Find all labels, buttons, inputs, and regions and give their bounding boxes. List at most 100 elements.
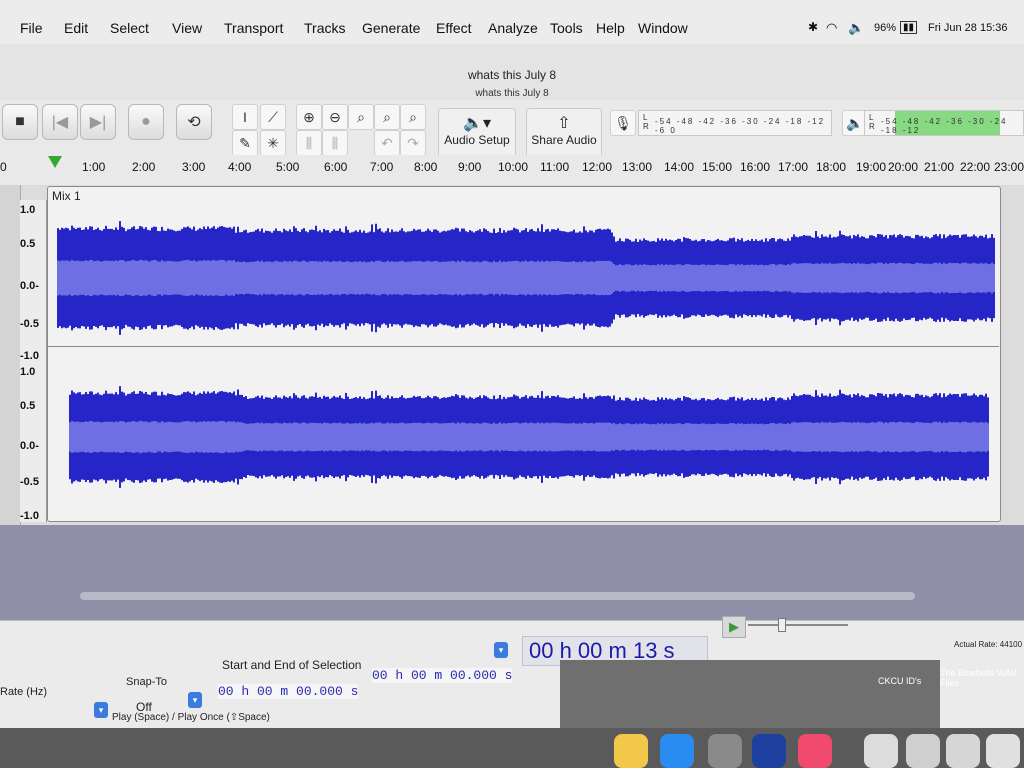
track-control-panel[interactable] [0,185,21,525]
waveform-left-channel[interactable] [50,212,996,344]
playback-meter[interactable]: L R -54 -48 -42 -36 -30 -24 -18 -12 [864,110,1024,136]
volume-icon[interactable]: 🔈 [848,20,864,36]
record-meter-button[interactable]: 🎙 [610,110,636,136]
microphone-icon: 🎙 [614,114,632,131]
redo-icon: ↷ [407,134,419,151]
documents-stack-icon[interactable] [906,734,940,768]
share-audio-button[interactable]: ⇧ Share Audio [526,108,602,158]
ruler-tick-label: 13:00 [622,160,653,174]
record-meter[interactable]: L R -54 -48 -42 -36 -30 -24 -18 -12 -6 0 [638,110,832,136]
playback-meter-lr: L R [869,113,875,131]
silence-icon: ⫼ [331,134,339,151]
snap-to-label: Snap-To [126,676,167,688]
audacity-icon[interactable] [752,734,786,768]
ruler-tick-label: 21:00 [924,160,955,174]
notes-icon[interactable] [614,734,648,768]
zoom-toggle-button[interactable]: ⌕ [400,104,426,130]
fit-selection-button[interactable]: ⌕ [348,104,374,130]
menu-effect[interactable]: Effect [436,20,472,36]
trim-icon: ⫼ [305,134,313,151]
menu-analyze[interactable]: Analyze [488,20,538,36]
play-at-speed-button[interactable]: ▶ [722,616,746,638]
desktop-file-bluebells[interactable]: The Bluebells WAV Files [940,668,1020,688]
multi-tool[interactable]: ✳ [260,130,286,156]
folder-stack-icon[interactable] [864,734,898,768]
desktop-file-ckcu[interactable]: CKCU ID's [878,676,921,686]
ruler-tick-label: 20:00 [888,160,919,174]
zoom-out-icon: ⊖ [329,108,341,125]
envelope-tool[interactable]: ⟋ [260,104,286,130]
play-icon: ▶ [729,619,739,634]
actual-rate: Actual Rate: 44100 [954,640,1023,649]
play-speed-thumb[interactable] [778,618,786,632]
music-icon[interactable] [798,734,832,768]
project-rate-label: Rate (Hz) [0,686,48,698]
amplitude-label: 0.0- [20,280,39,292]
selection-format-dropdown[interactable]: ▾ [494,642,508,658]
menu-tools[interactable]: Tools [550,20,583,36]
record-button[interactable]: ● [128,104,164,140]
ruler-tick-label: 6:00 [324,160,348,174]
zoom-in-button[interactable]: ⊕ [296,104,322,130]
skip-end-icon: ▶| [89,114,107,131]
menu-transport[interactable]: Transport [224,20,283,36]
record-meter-lr: L R [643,113,649,131]
waveform-right-channel[interactable] [50,362,996,512]
speaker-meter-icon: 🔈 [846,114,864,131]
menu-view[interactable]: View [172,20,202,36]
app-store-icon[interactable] [660,734,694,768]
snap-to-dropdown[interactable]: ▾ [188,692,202,708]
stop-button[interactable]: ■ [2,104,38,140]
menu-select[interactable]: Select [110,20,149,36]
fit-project-button[interactable]: ⌕ [374,104,400,130]
menu-file[interactable]: File [20,20,43,36]
chevron-down-icon: ▾ [98,704,104,715]
battery-icon[interactable]: ▮▮ [900,21,918,34]
loop-button[interactable]: ⟲ [176,104,212,140]
wifi-icon[interactable]: ◠ [826,20,837,36]
envelope-icon: ⟋ [268,108,278,125]
skip-end-button[interactable]: ▶| [80,104,116,140]
downloads-stack-icon[interactable] [946,734,980,768]
undo-button[interactable]: ↶ [374,130,400,156]
loop-icon: ⟲ [187,114,201,131]
trash-icon[interactable] [986,734,1020,768]
trim-button[interactable]: ⫼ [296,130,322,156]
menu-edit[interactable]: Edit [64,20,88,36]
horizontal-scrollbar[interactable] [80,592,915,600]
redo-button[interactable]: ↷ [400,130,426,156]
clock[interactable]: Fri Jun 28 15:36 [928,22,1008,34]
ruler-tick-label: 7:00 [370,160,394,174]
ruler-tick-label: 23:00 [994,160,1024,174]
ruler-tick-label: 18:00 [816,160,847,174]
selection-tool[interactable]: I [232,104,258,130]
draw-tool[interactable]: ✎ [232,130,258,156]
menu-window[interactable]: Window [638,20,688,36]
audio-setup-label: Audio Setup [444,133,510,147]
zoom-toggle-icon: ⌕ [409,108,417,125]
desktop-background [560,660,940,730]
ruler-tick-label: 12:00 [582,160,613,174]
empty-track-area[interactable] [0,525,1024,635]
menu-generate[interactable]: Generate [362,20,420,36]
audio-setup-button[interactable]: 🔈▾ Audio Setup [438,108,516,158]
menu-help[interactable]: Help [596,20,625,36]
skip-start-icon: |◀ [51,114,69,131]
silence-button[interactable]: ⫼ [322,130,348,156]
play-speed-slider[interactable] [748,624,848,626]
clip-name[interactable]: Mix 1 [52,189,81,203]
undo-icon: ↶ [381,134,393,151]
selection-start-time[interactable]: 00 h 00 m 00.000 s [218,684,359,699]
play-head-icon[interactable] [48,156,62,168]
system-preferences-icon[interactable] [708,734,742,768]
asterisk-icon: ✳ [267,134,279,151]
battery-percent: 96% [874,22,897,34]
menu-tracks[interactable]: Tracks [304,20,345,36]
selection-format-label: Start and End of Selection [222,658,362,672]
bluetooth-icon[interactable]: ✱ [808,20,818,34]
ruler-tick-label: 22:00 [960,160,991,174]
selection-end-time[interactable]: 00 h 00 m 00.000 s [372,668,513,683]
rate-dropdown[interactable]: ▾ [94,702,108,718]
zoom-out-button[interactable]: ⊖ [322,104,348,130]
skip-start-button[interactable]: |◀ [42,104,78,140]
